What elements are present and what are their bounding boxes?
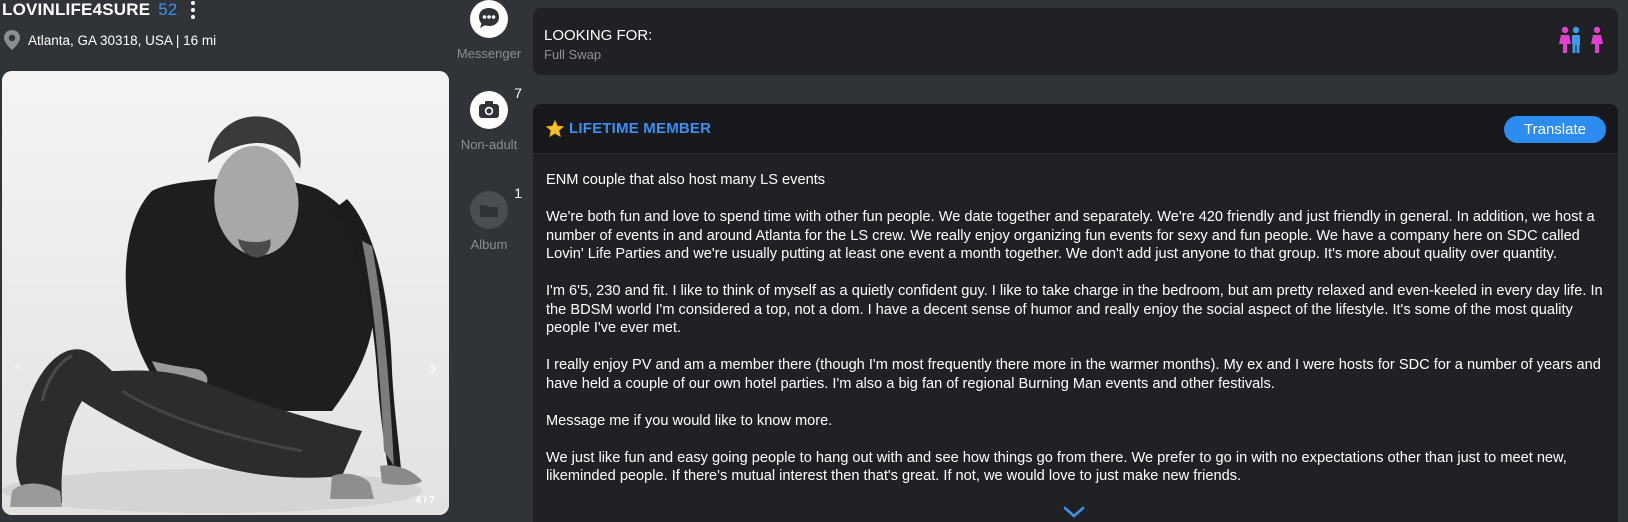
about-paragraph: I'm 6'5, 230 and fit. I like to think of…	[546, 283, 1603, 336]
looking-for-value: Full Swap	[544, 47, 602, 62]
location-row: Atlanta, GA 30318, USA | 16 mi	[2, 29, 442, 51]
looking-for-card: LOOKING FOR: Full Swap	[533, 8, 1618, 75]
album-button[interactable]: 1 Album	[449, 185, 529, 252]
chevron-left-icon[interactable]: ‹	[14, 355, 21, 378]
about-paragraph: I really enjoy PV and am a member there …	[546, 357, 1601, 392]
profile-photo-image	[2, 71, 449, 515]
star-icon	[545, 119, 565, 137]
messenger-label: Messenger	[456, 46, 522, 61]
album-label: Album	[470, 237, 508, 252]
messenger-button[interactable]: Messenger	[449, 0, 529, 61]
age: 52	[158, 0, 178, 19]
profile-header: LOVINLIFE4SURE 52 Atlanta, GA 30318, USA…	[2, 0, 442, 62]
camera-icon: 7	[470, 85, 522, 129]
chevron-down-icon[interactable]	[1063, 506, 1085, 518]
non-adult-label: Non-adult	[460, 137, 518, 152]
more-options-icon[interactable]	[191, 1, 196, 19]
about-header: LIFETIME MEMBER Translate	[533, 104, 1618, 154]
location-text: Atlanta, GA 30318, USA | 16 mi	[28, 32, 217, 48]
location-pin-icon	[4, 30, 20, 50]
translate-button[interactable]: Translate	[1504, 116, 1606, 143]
messenger-icon	[470, 0, 508, 38]
non-adult-photos-button[interactable]: 7 Non-adult	[449, 85, 529, 152]
non-adult-count: 7	[514, 85, 522, 101]
username-row: LOVINLIFE4SURE 52	[2, 0, 442, 20]
lifetime-member-badge: LIFETIME MEMBER	[569, 120, 712, 137]
couple-people-icon	[1559, 26, 1603, 53]
about-paragraph: Message me if you would like to know mor…	[546, 412, 833, 429]
album-count: 1	[514, 185, 522, 201]
about-paragraph: ENM couple that also host many LS events	[546, 172, 826, 188]
profile-photo[interactable]: ‹ › 4 / 7	[2, 71, 449, 515]
photo-counter: 4 / 7	[415, 495, 435, 506]
chevron-right-icon[interactable]: ›	[429, 354, 437, 382]
username[interactable]: LOVINLIFE4SURE	[2, 0, 150, 20]
about-text: ENM couple that also host many LS events…	[533, 154, 1618, 486]
about-paragraph: We just like fun and easy going people t…	[546, 449, 1567, 485]
looking-for-title: LOOKING FOR:	[544, 27, 653, 44]
about-paragraph: We're both fun and love to spend time wi…	[546, 209, 1595, 262]
folder-icon: 1	[470, 185, 522, 229]
about-card: LIFETIME MEMBER Translate ENM couple tha…	[533, 104, 1618, 522]
